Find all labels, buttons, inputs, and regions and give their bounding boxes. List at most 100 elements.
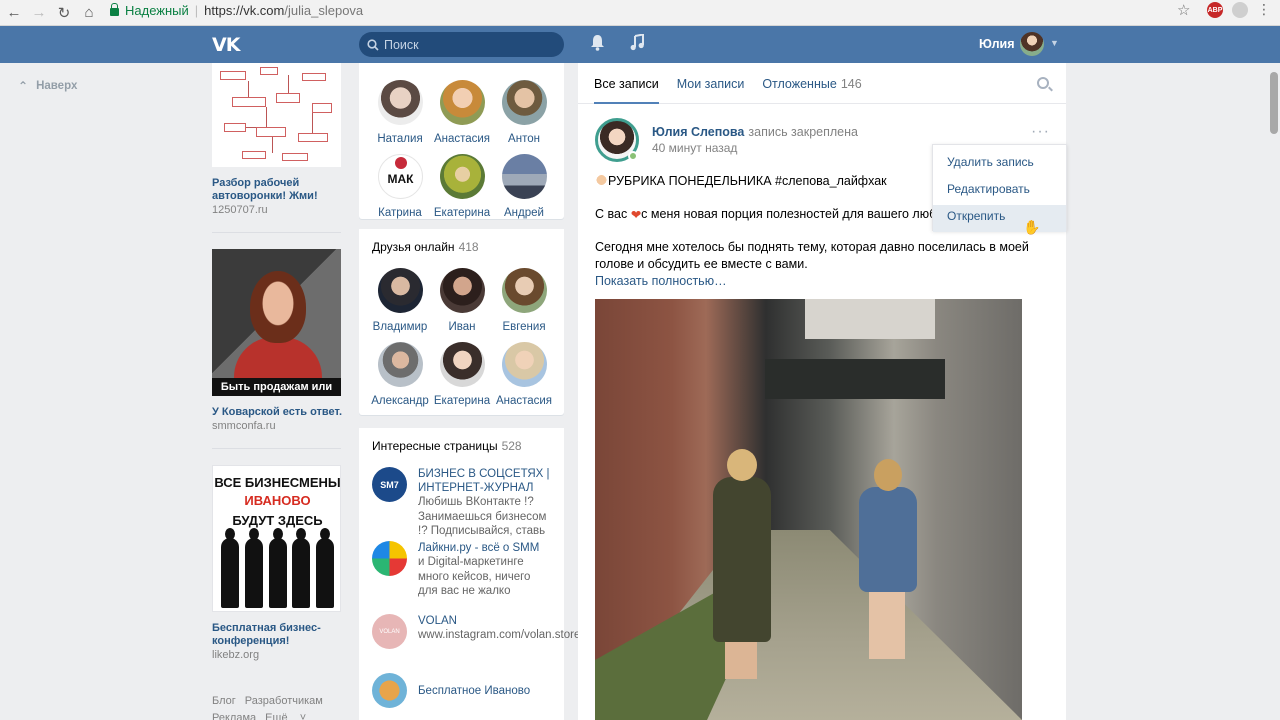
friend-avatar[interactable]	[377, 342, 423, 387]
music-icon[interactable]	[630, 33, 645, 55]
adblock-extension-icon[interactable]: ABP	[1207, 2, 1223, 18]
search-icon[interactable]	[1037, 77, 1049, 89]
friend-name[interactable]: Александр	[369, 395, 431, 407]
friend-name[interactable]: Екатерина	[431, 207, 493, 219]
vk-logo[interactable]: VK	[212, 34, 242, 56]
friend-item[interactable]: МАК Катрина	[369, 154, 431, 228]
extension-icon[interactable]	[1232, 2, 1248, 18]
browser-menu-icon[interactable]: ⋮	[1257, 2, 1271, 18]
ad-card[interactable]: Разбор рабочей автоворонки! Жми! 1250707…	[212, 63, 342, 216]
page-scrollbar[interactable]	[1270, 72, 1278, 134]
menu-item-delete[interactable]: Удалить запись	[933, 151, 1066, 178]
friend-avatar[interactable]	[439, 154, 485, 199]
back-arrow-icon[interactable]: ←	[3, 2, 25, 24]
friend-avatar[interactable]	[501, 268, 547, 313]
friend-item[interactable]: Екатерина	[431, 154, 493, 228]
tab-postponed[interactable]: Отложенные 146	[762, 63, 861, 104]
friend-avatar[interactable]	[377, 268, 423, 313]
page-item[interactable]: VOLAN VOLAN www.instagram.com/volan.stor…	[372, 614, 580, 660]
ad-card[interactable]: Быть продажам или нет? У Коварской есть …	[212, 249, 342, 432]
friend-avatar[interactable]	[439, 80, 485, 125]
ad-title[interactable]: Бесплатная бизнес-конференция!	[212, 622, 342, 648]
page-avatar[interactable]	[372, 541, 407, 576]
friend-item[interactable]: Екатерина	[431, 342, 493, 416]
ad-card[interactable]: ВСЕ БИЗНЕСМЕНЫ ИВАНОВО БУДУТ ЗДЕСЬ Беспл…	[212, 465, 342, 661]
friend-item[interactable]: Антон	[493, 80, 555, 154]
bell-icon[interactable]	[590, 34, 605, 55]
friend-item[interactable]: Анастасия	[431, 80, 493, 154]
friend-name[interactable]: Анастасия	[431, 133, 493, 145]
friends-online-header[interactable]: Друзья онлайн 418	[359, 229, 564, 254]
footer-link-more[interactable]: Ещё ˅	[265, 712, 306, 720]
page-avatar[interactable]: SM7	[372, 467, 407, 502]
friend-name[interactable]: Антон	[493, 133, 555, 145]
search-icon	[367, 38, 379, 51]
friend-name[interactable]: Иван	[431, 321, 493, 333]
friend-avatar[interactable]	[501, 154, 547, 199]
page-name[interactable]: БИЗНЕС В СОЦСЕТЯХ | ИНТЕРНЕТ-ЖУРНАЛ	[418, 467, 551, 495]
header-user-name[interactable]: Юлия	[979, 37, 1015, 51]
friend-avatar-mak[interactable]: МАК	[377, 154, 423, 199]
wall-tabs: Все записи Мои записи Отложенные 146	[578, 63, 1066, 104]
menu-item-unpin[interactable]: Открепить	[933, 205, 1066, 232]
friend-item[interactable]: Александр	[369, 342, 431, 416]
back-to-top-link[interactable]: ⌃ Наверх	[18, 79, 77, 93]
browser-toolbar: ← → ↻ ⌂ Надежный | https://vk.com/julia_…	[0, 0, 1280, 26]
ad-title[interactable]: У Коварской есть ответ.	[212, 406, 342, 419]
friend-name[interactable]: Анастасия	[493, 395, 555, 407]
forward-arrow-icon[interactable]: →	[28, 2, 50, 24]
ad-image-flowchart[interactable]	[212, 63, 341, 167]
footer-link-ads[interactable]: Реклама	[212, 712, 256, 720]
friend-item[interactable]: Иван	[431, 268, 493, 342]
address-bar[interactable]: Надежный | https://vk.com/julia_slepova	[106, 0, 1198, 20]
friend-item[interactable]: Наталия	[369, 80, 431, 154]
tab-all-posts[interactable]: Все записи	[594, 63, 659, 104]
page-item[interactable]: Лайкни.ру - всё о SMM и Digital-маркетин…	[372, 541, 551, 601]
page-name[interactable]: Бесплатное Иваново	[418, 684, 551, 698]
friend-avatar[interactable]	[439, 342, 485, 387]
page-name[interactable]: VOLAN	[418, 614, 553, 628]
url-path: /julia_slepova	[284, 2, 364, 18]
friend-item[interactable]: Владимир	[369, 268, 431, 342]
footer-link-developers[interactable]: Разработчикам	[245, 695, 323, 707]
friend-avatar[interactable]	[501, 80, 547, 125]
url-host: https://vk.com	[204, 2, 285, 18]
tab-my-posts[interactable]: Мои записи	[677, 63, 745, 104]
post-photo[interactable]	[595, 299, 1022, 720]
page-item[interactable]: Бесплатное Иваново	[372, 673, 551, 708]
chevron-down-icon[interactable]: ▼	[1050, 38, 1059, 48]
page-item[interactable]: SM7 БИЗНЕС В СОЦСЕТЯХ | ИНТЕРНЕТ-ЖУРНАЛ …	[372, 467, 551, 537]
ad-image-businessmen[interactable]: ВСЕ БИЗНЕСМЕНЫ ИВАНОВО БУДУТ ЗДЕСЬ	[212, 465, 341, 612]
post-author-name[interactable]: Юлия Слепова	[652, 125, 744, 139]
more-options-icon[interactable]: ···	[1031, 123, 1050, 141]
page-avatar[interactable]: VOLAN	[372, 614, 407, 649]
footer-link-blog[interactable]: Блог	[212, 695, 236, 707]
header-avatar[interactable]	[1020, 32, 1044, 56]
friend-item[interactable]: Андрей	[493, 154, 555, 228]
friend-name[interactable]: Наталия	[369, 133, 431, 145]
friend-avatar[interactable]	[377, 80, 423, 125]
friend-name[interactable]: Евгения	[493, 321, 555, 333]
friend-name[interactable]: Владимир	[369, 321, 431, 333]
post-line: Сегодня мне хотелось бы поднять тему, ко…	[595, 240, 1029, 271]
friend-avatar[interactable]	[501, 342, 547, 387]
friend-name[interactable]: Катрина	[369, 207, 431, 219]
search-input[interactable]	[384, 37, 554, 52]
page-name[interactable]: Лайкни.ру - всё о SMM	[418, 541, 551, 555]
show-more-link[interactable]: Показать полностью…	[595, 273, 1050, 290]
friend-avatar[interactable]	[439, 268, 485, 313]
friend-name[interactable]: Екатерина	[431, 395, 493, 407]
page-avatar[interactable]	[372, 673, 407, 708]
reload-icon[interactable]: ↻	[53, 2, 75, 24]
friend-item[interactable]: Евгения	[493, 268, 555, 342]
home-icon[interactable]: ⌂	[78, 2, 100, 24]
bookmark-star-icon[interactable]: ☆	[1177, 1, 1190, 19]
menu-item-edit[interactable]: Редактировать	[933, 178, 1066, 205]
friend-item[interactable]: Анастасия	[493, 342, 555, 416]
interesting-pages-header[interactable]: Интересные страницы 528	[359, 428, 564, 453]
ad-title[interactable]: Разбор рабочей автоворонки! Жми!	[212, 177, 342, 203]
post-time[interactable]: 40 минут назад	[652, 141, 737, 155]
search-box[interactable]	[359, 32, 564, 57]
ad-image-speaker[interactable]: Быть продажам или нет?	[212, 249, 341, 396]
friend-name[interactable]: Андрей	[493, 207, 555, 219]
